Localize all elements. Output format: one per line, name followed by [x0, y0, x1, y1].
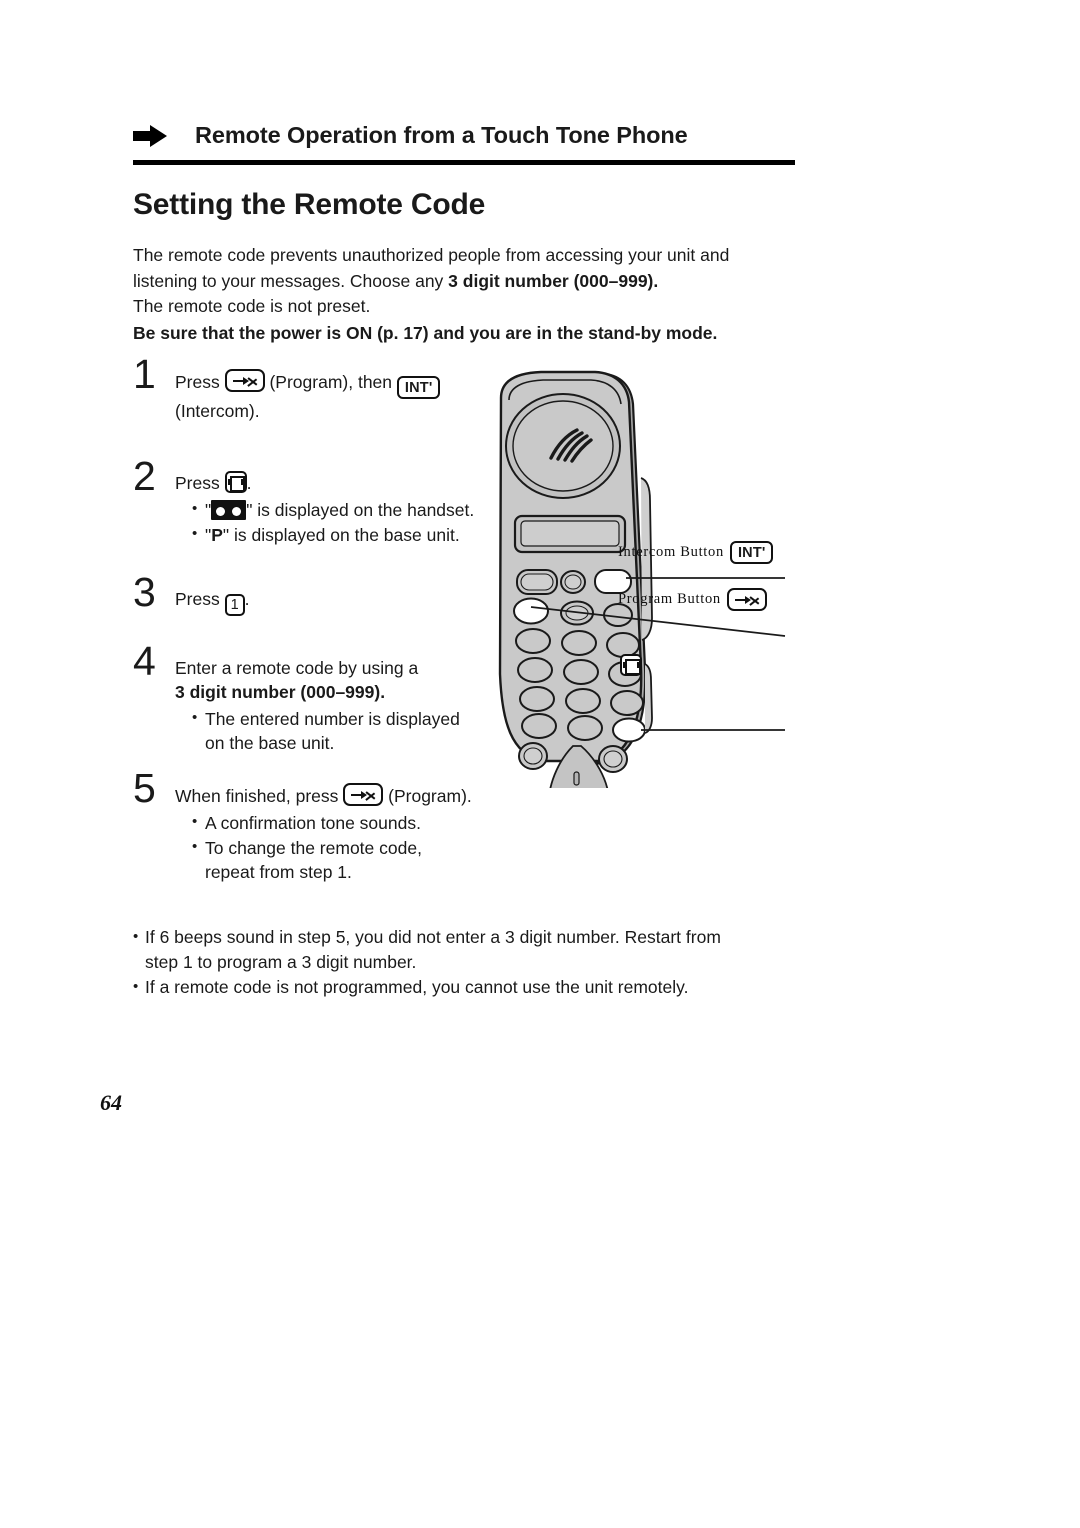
bottom-right-key-inner — [603, 750, 623, 768]
bullet-text: " is displayed on the handset. — [246, 500, 475, 520]
keypad-key[interactable] — [567, 715, 603, 741]
step-1-text-mid: (Program), then — [264, 372, 397, 392]
list-item: If a remote code is not programmed, you … — [133, 974, 813, 1000]
callout-program-button: Program Button — [618, 588, 767, 611]
note-text: If a remote code is not programmed, you … — [145, 977, 689, 997]
bullet-text-cont: repeat from step 1. — [205, 862, 352, 882]
function-key-left-inner — [520, 573, 554, 591]
base-unit-letter: P — [211, 525, 223, 545]
callout-tape-button — [620, 654, 642, 676]
tape-key-icon — [620, 654, 642, 676]
right-arrow-icon — [133, 124, 167, 147]
manual-page: Remote Operation from a Touch Tone Phone… — [0, 0, 1080, 1528]
step-5-bullets: A confirmation tone sounds. To change th… — [175, 810, 533, 884]
step-4-number: 4 — [133, 638, 156, 684]
intercom-key-icon: INT' — [729, 541, 773, 564]
step-1-number: 1 — [133, 351, 156, 397]
running-head: Remote Operation from a Touch Tone Phone — [133, 122, 795, 149]
list-item: If 6 beeps sound in step 5, you did not … — [133, 924, 813, 950]
intro-line-2: listening to your messages. Choose any 3… — [133, 269, 803, 295]
callout-program-label: Program Button — [618, 591, 721, 607]
step-5-text-post: (Program). — [383, 786, 472, 806]
digit-one-key-icon: 1 — [224, 594, 245, 616]
cordless-handset-illustration — [498, 370, 786, 788]
list-item: A confirmation tone sounds. — [192, 810, 533, 835]
running-head-rule — [133, 160, 795, 165]
step-1-text-post: (Intercom). — [175, 401, 260, 421]
cassette-display-icon — [211, 500, 247, 520]
list-item: To change the remote code, — [192, 835, 533, 860]
step-5-number: 5 — [133, 765, 156, 811]
page-number: 64 — [100, 1090, 122, 1115]
bullet-text: A confirmation tone sounds. — [205, 813, 421, 833]
intro-line-2-text: listening to your messages. Choose any — [133, 270, 449, 291]
tape-button-on-handset[interactable] — [612, 717, 646, 743]
earpiece-inner-ring — [512, 400, 614, 492]
callout-intercom-button: Intercom Button INT' — [618, 541, 773, 564]
function-key-middle-inner — [564, 574, 582, 590]
intro-line-1: The remote code prevents unauthorized pe… — [133, 245, 730, 265]
intro-line-2-bold: 3 digit number (000–999). — [448, 270, 659, 291]
keypad-key[interactable] — [610, 690, 644, 716]
keypad-key[interactable] — [563, 659, 599, 685]
intro-line-3: The remote code is not preset. — [133, 296, 371, 316]
keypad-key[interactable] — [565, 688, 601, 714]
running-head-title: Remote Operation from a Touch Tone Phone — [195, 122, 688, 148]
tape-key-icon — [224, 471, 247, 493]
bullet-text: To change the remote code, — [205, 838, 422, 858]
intercom-key-icon: INT' — [396, 376, 440, 399]
callout-intercom-label: Intercom Button — [618, 544, 724, 560]
handset-figure — [455, 368, 805, 788]
keypad-key[interactable] — [519, 686, 555, 712]
step-2-text-post: . — [246, 473, 252, 493]
note-text-cont: step 1 to program a 3 digit number. — [145, 952, 417, 972]
program-key-icon — [343, 783, 384, 806]
step-5: 5 When finished, press (Program). A conf… — [133, 768, 533, 884]
step-2-number: 2 — [133, 453, 156, 499]
page-title: Setting the Remote Code — [133, 188, 486, 221]
program-key-icon — [224, 369, 265, 392]
note-text: If 6 beeps sound in step 5, you did not … — [145, 927, 721, 947]
step-5-text-pre: When finished, press — [175, 786, 344, 806]
step-2-text-pre: Press — [175, 473, 225, 493]
microphone-slot — [573, 771, 580, 786]
lcd-display-inner — [520, 520, 620, 547]
bullet-text: " is displayed on the base unit. — [222, 525, 460, 545]
footer-notes: If 6 beeps sound in step 5, you did not … — [133, 924, 813, 1000]
keypad-key[interactable] — [517, 657, 553, 683]
bottom-left-key-inner — [523, 747, 543, 765]
intro-paragraph: The remote code prevents unauthorized pe… — [133, 243, 803, 346]
keypad-key[interactable] — [561, 630, 597, 656]
step-3-number: 3 — [133, 569, 156, 615]
step-3-text-post: . — [244, 589, 250, 609]
keypad-key[interactable] — [521, 713, 557, 739]
keypad-key[interactable] — [515, 628, 551, 654]
side-grip-slot-lower — [644, 663, 653, 734]
bullet-text: The entered number is displayed — [205, 709, 460, 729]
step-3-text-pre: Press — [175, 589, 225, 609]
program-button-on-handset[interactable] — [513, 597, 549, 625]
step-1-text-pre: Press — [175, 372, 225, 392]
intro-warning: Be sure that the power is ON (p. 17) and… — [133, 322, 718, 343]
program-key-icon — [726, 588, 767, 611]
